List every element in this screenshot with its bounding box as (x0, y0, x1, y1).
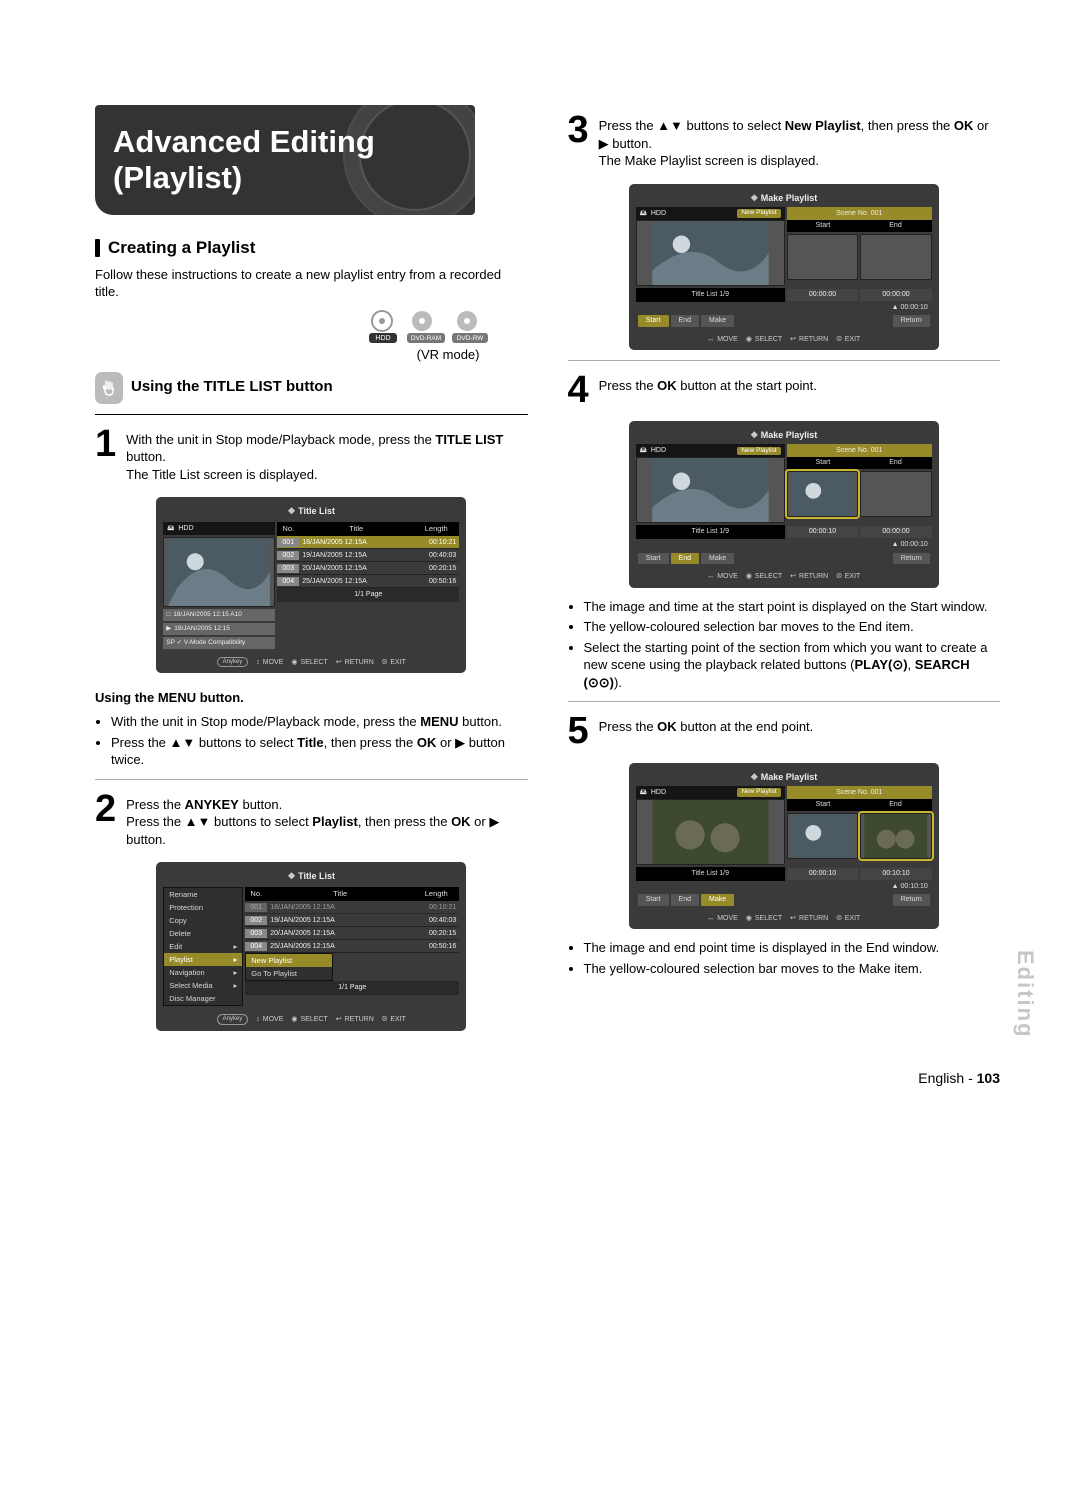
screenshot-anykey-menu: Title List Rename Protection Copy Delete… (156, 862, 466, 1030)
step-number: 2 (95, 792, 116, 849)
menu-subhead: Using the MENU button. (95, 690, 244, 705)
svg-text:HDD: HDD (375, 335, 390, 342)
step4-bullet-2: The yellow-coloured selection bar moves … (584, 618, 1001, 636)
section-intro: Follow these instructions to create a ne… (95, 266, 528, 301)
btn-end: End (671, 553, 699, 564)
page-footer: English - 103 (95, 1069, 1000, 1088)
disc-badges: HDD DVD-RAM DVD-RW (95, 309, 488, 343)
step4-bullet-3: Select the starting point of the section… (584, 639, 1001, 692)
btn-start: Start (638, 315, 669, 326)
screenshot-make-playlist-3: Make Playlist 🖴HDDNew Playlist Scene No.… (629, 184, 939, 350)
screenshot-make-playlist-4: Make Playlist 🖴HDDNew Playlist Scene No.… (629, 421, 939, 587)
sub-heading: Using the TITLE LIST button (131, 377, 333, 397)
step-number: 3 (568, 113, 589, 170)
step5-bullet-2: The yellow-coloured selection bar moves … (584, 960, 1001, 978)
menu-bullet-1: With the unit in Stop mode/Playback mode… (111, 713, 528, 731)
screenshot-title-list: Title List 🖴HDD □18/JAN/2005 12:15 A10 ▶… (156, 497, 466, 673)
btn-make: Make (701, 894, 734, 905)
svg-text:DVD-RAM: DVD-RAM (410, 335, 440, 342)
step-number: 4 (568, 373, 589, 407)
context-menu: Rename Protection Copy Delete Edit▸ Play… (163, 887, 243, 1006)
screenshot-make-playlist-5: Make Playlist 🖴HDDNew Playlist Scene No.… (629, 763, 939, 929)
step4-bullet-1: The image and time at the start point is… (584, 598, 1001, 616)
vr-mode-note: (VR mode) (95, 346, 480, 364)
preview-thumb (163, 537, 275, 607)
step-number: 1 (95, 427, 116, 484)
step-number: 5 (568, 714, 589, 748)
step-bold: TITLE LIST (435, 432, 503, 447)
side-tab: Editing (1010, 950, 1040, 1039)
title-chip: Advanced Editing (Playlist) (95, 105, 475, 215)
svg-text:DVD-RW: DVD-RW (456, 335, 483, 342)
step5-bullet-1: The image and end point time is displaye… (584, 939, 1001, 957)
hand-icon (95, 372, 123, 404)
playlist-submenu: New Playlist Go To Playlist (245, 953, 333, 981)
section-heading: Creating a Playlist (95, 237, 528, 260)
title-line-2: (Playlist) (113, 160, 242, 195)
menu-bullet-2: Press the ▲▼ buttons to select Title, th… (111, 734, 528, 769)
title-line-1: Advanced Editing (113, 124, 375, 159)
step-text: With the unit in Stop mode/Playback mode… (126, 432, 435, 447)
